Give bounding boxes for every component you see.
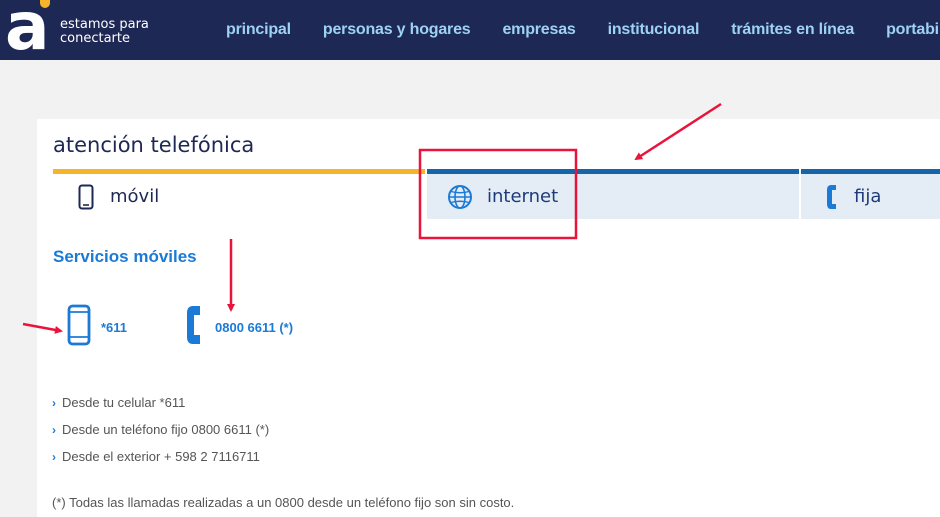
contact-landline[interactable]: 0800 6611 (*) xyxy=(185,304,293,351)
contact-options-list: › Desde tu celular *611 › Desde un teléf… xyxy=(52,389,269,470)
list-item: › Desde tu celular *611 xyxy=(52,389,269,416)
list-item: › Desde un teléfono fijo 0800 6611 (*) xyxy=(52,416,269,443)
contact-mobile[interactable]: *611 xyxy=(67,304,127,351)
site-header: a estamos para conectarte principal pers… xyxy=(0,0,940,60)
tagline: estamos para conectarte xyxy=(60,18,180,46)
nav-item-principal[interactable]: principal xyxy=(226,21,291,39)
nav-item-personas-y-hogares[interactable]: personas y hogares xyxy=(323,21,471,39)
list-item-text: Desde el exterior + 598 2 7116711 xyxy=(62,449,260,464)
chevron-right-icon: › xyxy=(52,449,56,464)
smartphone-icon xyxy=(67,304,91,351)
phone-handset-icon xyxy=(185,304,205,351)
tagline-line-2: conectarte xyxy=(60,31,130,46)
nav-item-empresas[interactable]: empresas xyxy=(502,21,575,39)
list-item-text: Desde un teléfono fijo 0800 6611 (*) xyxy=(62,422,270,437)
tagline-line-1: estamos para xyxy=(60,17,149,32)
contact-landline-number[interactable]: 0800 6611 (*) xyxy=(215,320,293,335)
list-item-text: Desde tu celular *611 xyxy=(62,395,186,410)
logo[interactable]: a estamos para conectarte xyxy=(0,0,210,60)
section-title: Servicios móviles xyxy=(53,247,197,266)
phone-support-panel: atención telefónica móvil internet fija … xyxy=(37,119,940,517)
chevron-right-icon: › xyxy=(52,422,56,437)
tab-internet[interactable]: internet xyxy=(427,169,799,219)
tab-movil-label: móvil xyxy=(110,186,160,207)
list-item: › Desde el exterior + 598 2 7116711 xyxy=(52,443,269,470)
nav-item-institucional[interactable]: institucional xyxy=(608,21,700,39)
contact-mobile-number[interactable]: *611 xyxy=(101,320,127,335)
logo-letter: a xyxy=(5,0,50,65)
main-nav: principal personas y hogares empresas in… xyxy=(226,0,940,60)
tab-internet-label: internet xyxy=(487,186,559,207)
nav-item-tramites-en-linea[interactable]: trámites en línea xyxy=(731,21,854,39)
footnote: (*) Todas las llamadas realizadas a un 0… xyxy=(52,495,515,510)
nav-item-portabilidad[interactable]: portabilidad xyxy=(886,21,940,39)
tab-movil[interactable]: móvil xyxy=(53,169,425,219)
phone-handset-icon xyxy=(826,184,840,210)
panel-title: atención telefónica xyxy=(53,133,255,157)
globe-icon xyxy=(447,184,473,210)
tab-fija-label: fija xyxy=(854,186,882,207)
tab-fija[interactable]: fija xyxy=(801,169,940,219)
smartphone-icon xyxy=(78,184,94,210)
chevron-right-icon: › xyxy=(52,395,56,410)
